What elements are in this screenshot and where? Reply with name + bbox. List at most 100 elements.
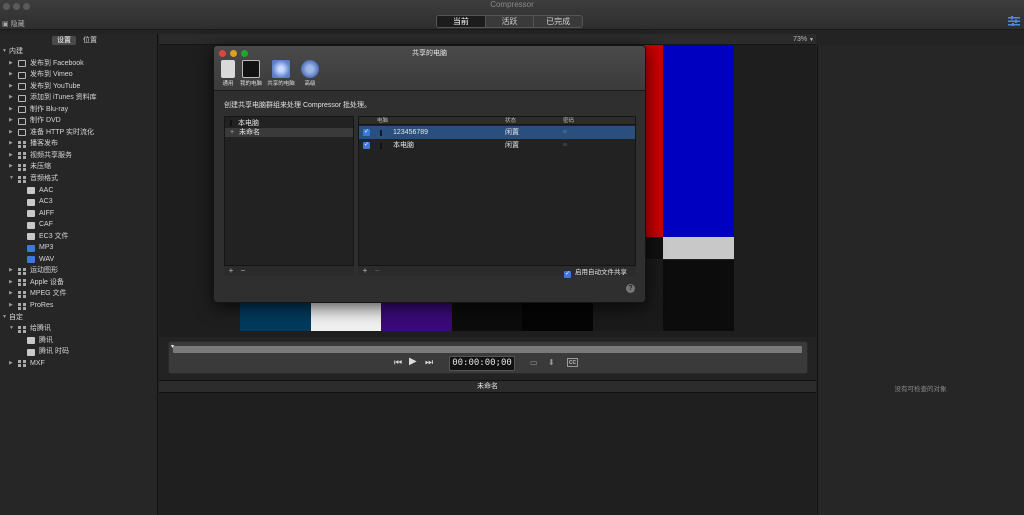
- add-computer-button[interactable]: +: [360, 266, 370, 276]
- sidebar-item[interactable]: ▼ 音频格式: [0, 173, 158, 185]
- sidebar-item[interactable]: ▶ 发布到 YouTube: [0, 81, 158, 93]
- sidebar-item[interactable]: 腾讯 时码: [0, 346, 158, 358]
- sidebar-item-label: MP3: [39, 244, 54, 252]
- computer-row[interactable]: ✓ 123456789 闲置: [359, 126, 635, 139]
- disclosure-closed-icon[interactable]: ▶: [9, 265, 13, 277]
- toolbar-my-computer-label: 我的电脑: [239, 81, 262, 87]
- disclosure-closed-icon[interactable]: ▶: [9, 358, 13, 370]
- disclosure-closed-icon[interactable]: ▶: [9, 138, 13, 150]
- sidebar-item[interactable]: AC3: [0, 196, 158, 208]
- auto-file-sharing-checkbox[interactable]: ✓: [564, 271, 572, 278]
- disclosure-closed-icon[interactable]: ▶: [9, 277, 13, 289]
- sidebar-item[interactable]: CAF: [0, 219, 158, 231]
- sidebar-item[interactable]: ▶ 播客发布: [0, 138, 158, 150]
- computer-enabled-checkbox[interactable]: ✓: [363, 142, 370, 149]
- toolbar-advanced-label: 高级: [304, 81, 316, 87]
- computer-enabled-checkbox[interactable]: ✓: [363, 129, 370, 136]
- color-bar-top: [663, 45, 735, 237]
- disclosure-closed-icon[interactable]: ▶: [9, 104, 13, 116]
- sidebar-item[interactable]: AIFF: [0, 208, 158, 220]
- help-button[interactable]: ?: [626, 284, 635, 293]
- sidebar-item[interactable]: ▶ Apple 设备: [0, 277, 158, 289]
- disclosure-open-icon[interactable]: ▼: [9, 323, 14, 335]
- sidebar-item-label: ProRes: [30, 302, 54, 310]
- sidebar-item[interactable]: ▼ 内建: [0, 46, 158, 58]
- tab-locations[interactable]: 位置: [78, 36, 102, 45]
- sidebar-item[interactable]: ▶ MPEG 文件: [0, 288, 158, 300]
- marker-menu-icon[interactable]: ⬇: [548, 358, 555, 367]
- sidebar-item[interactable]: ▼ 自定: [0, 312, 158, 324]
- disclosure-closed-icon[interactable]: ▶: [9, 69, 13, 81]
- column-password[interactable]: 密码: [563, 117, 574, 125]
- disclosure-closed-icon[interactable]: ▶: [9, 92, 13, 104]
- sidebar-item[interactable]: ▶ 发布到 Vimeo: [0, 69, 158, 81]
- sidebar-item[interactable]: ▶ 发布到 Facebook: [0, 58, 158, 70]
- grid-icon: [18, 360, 26, 368]
- sidebar-item[interactable]: 腾讯: [0, 335, 158, 347]
- sidebar-item[interactable]: MP3: [0, 242, 158, 254]
- sidebar-item[interactable]: ▶ MXF: [0, 358, 158, 370]
- sidebar-item[interactable]: ▶ 运动图形: [0, 265, 158, 277]
- split-view-icon[interactable]: ▭: [530, 358, 538, 367]
- sidebar-item[interactable]: ▶ 添加到 iTunes 资料库: [0, 92, 158, 104]
- sidebar-item-label: 发布到 Facebook: [30, 59, 84, 67]
- previous-frame-icon[interactable]: ⏮: [394, 357, 402, 368]
- playhead-marker-icon[interactable]: ▾: [171, 343, 174, 350]
- music-file-icon: [27, 256, 35, 264]
- segment-active[interactable]: 活跃: [486, 16, 535, 27]
- auto-file-sharing-option[interactable]: ✓ 启用自动文件共享: [564, 266, 627, 278]
- disclosure-closed-icon[interactable]: ▶: [9, 288, 13, 300]
- sidebar-toggle-button[interactable]: ▣ 隐藏: [2, 19, 25, 29]
- sidebar-item-label: 制作 DVD: [30, 117, 61, 125]
- closed-captions-icon[interactable]: cc: [567, 358, 578, 367]
- zoom-level: 73%: [793, 36, 808, 43]
- disclosure-closed-icon[interactable]: ▶: [9, 81, 13, 93]
- grid-icon: [18, 279, 26, 287]
- computer-status: 闲置: [505, 129, 519, 136]
- computer-row[interactable]: ✓ 本电脑 闲置: [359, 139, 635, 152]
- sidebar-item[interactable]: ▶ 未压缩: [0, 161, 158, 173]
- timeline-scrubber[interactable]: [173, 346, 802, 353]
- password-lock-icon: [563, 143, 567, 146]
- sidebar-item[interactable]: AAC: [0, 185, 158, 197]
- sidebar-item[interactable]: ▶ 视频共享服务: [0, 150, 158, 162]
- batch-area[interactable]: [159, 393, 816, 515]
- audio-file-icon: [27, 187, 35, 195]
- disclosure-closed-icon[interactable]: ▶: [9, 58, 13, 70]
- sidebar-item[interactable]: ▼ 给腾讯: [0, 323, 158, 335]
- grid-icon: [18, 152, 26, 160]
- segment-completed[interactable]: 已完成: [534, 16, 582, 27]
- dialog-title: 共享的电脑: [412, 50, 447, 57]
- disclosure-closed-icon[interactable]: ▶: [9, 300, 13, 312]
- next-frame-icon[interactable]: ⏭: [425, 357, 433, 368]
- disclosure-closed-icon[interactable]: ▶: [9, 161, 13, 173]
- disclosure-open-icon[interactable]: ▼: [2, 46, 7, 58]
- sidebar-item-label: 给腾讯: [30, 325, 51, 333]
- sidebar-item[interactable]: EC3 文件: [0, 231, 158, 243]
- inspector-toggle-icon[interactable]: [1008, 16, 1020, 26]
- group-item[interactable]: + 未命名: [225, 128, 353, 137]
- disclosure-closed-icon[interactable]: ▶: [9, 115, 13, 127]
- inspector-pane: [817, 45, 1024, 515]
- sidebar-item[interactable]: ▶ 制作 DVD: [0, 115, 158, 127]
- sidebar-item[interactable]: ▶ ProRes: [0, 300, 158, 312]
- add-group-button[interactable]: +: [226, 266, 236, 276]
- sidebar-item[interactable]: WAV: [0, 254, 158, 266]
- audio-file-icon: [27, 221, 35, 229]
- tab-settings[interactable]: 设置: [52, 36, 76, 45]
- group-item[interactable]: 本电脑: [225, 119, 353, 128]
- toolbar-my-computer[interactable]: 我的电脑: [234, 60, 268, 87]
- column-status[interactable]: 状态: [505, 117, 516, 125]
- sidebar-item[interactable]: ▶ 制作 Blu-ray: [0, 104, 158, 116]
- remove-group-button[interactable]: −: [238, 266, 248, 276]
- sidebar-item[interactable]: ▶ 准备 HTTP 实时流化: [0, 127, 158, 139]
- segment-current[interactable]: 当前: [437, 16, 486, 27]
- toolbar-advanced[interactable]: 高级: [293, 60, 327, 87]
- disclosure-closed-icon[interactable]: ▶: [9, 127, 13, 139]
- disclosure-open-icon[interactable]: ▼: [9, 173, 14, 185]
- disclosure-open-icon[interactable]: ▼: [2, 312, 7, 324]
- play-icon[interactable]: ▶: [409, 356, 417, 367]
- disclosure-closed-icon[interactable]: ▶: [9, 150, 13, 162]
- remove-computer-button[interactable]: −: [372, 266, 382, 276]
- column-computer[interactable]: 电脑: [377, 117, 388, 125]
